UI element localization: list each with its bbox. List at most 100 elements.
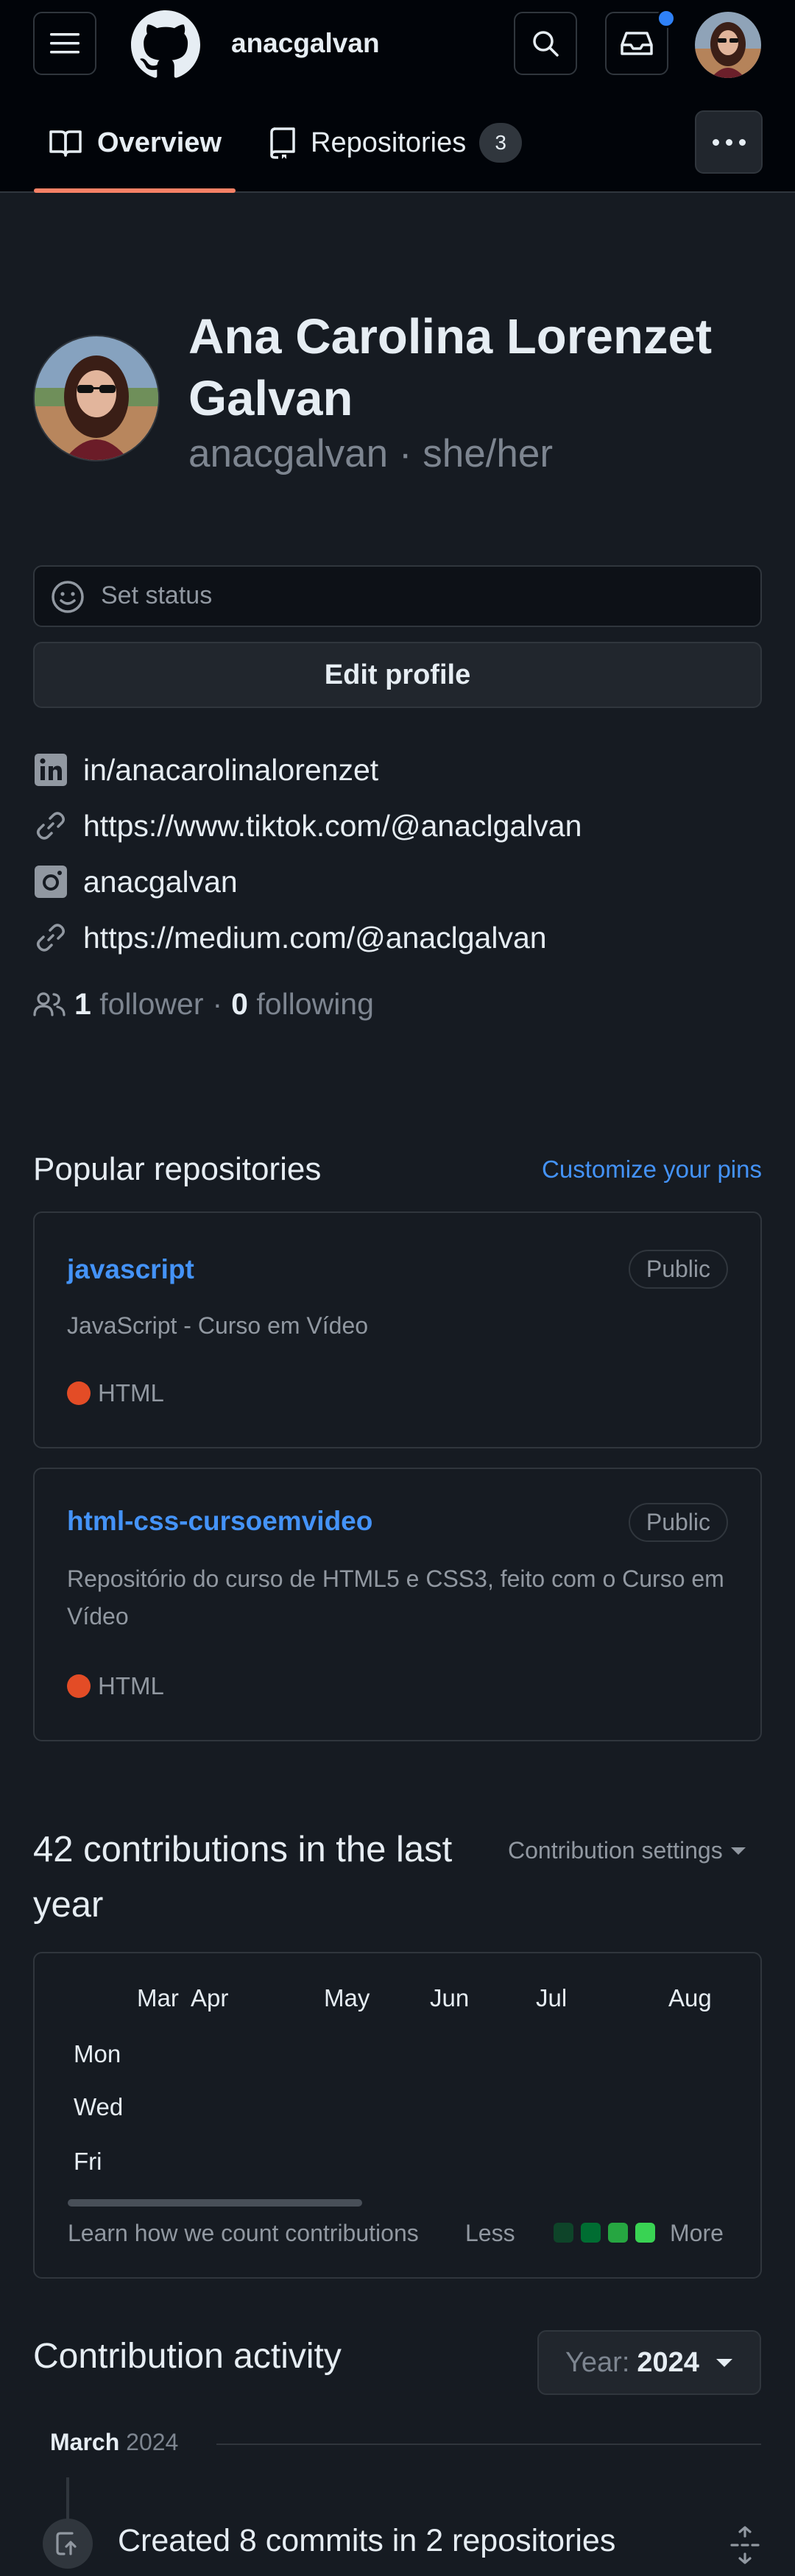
customize-pins-link[interactable]: Customize your pins <box>542 1156 762 1183</box>
year-select-value: 2024 <box>637 2346 699 2378</box>
contributions-title-line-1: 42 contributions in the last <box>33 1830 453 1869</box>
month-label: Aug <box>668 1984 712 2011</box>
kebab-dot <box>712 138 719 146</box>
search-icon <box>531 29 560 58</box>
legend-square <box>608 2223 628 2243</box>
repo-name-link[interactable]: html-css-cursoemvideo <box>67 1506 372 1537</box>
followers-row: 1 follower · 0 following <box>33 986 374 1022</box>
day-label: Mon <box>74 2040 121 2067</box>
visibility-badge: Public <box>628 1503 728 1542</box>
link-medium[interactable]: https://medium.com/@anaclgalvan <box>33 920 547 955</box>
more-tabs-button[interactable] <box>695 110 763 174</box>
learn-contributions-link[interactable]: Learn how we count contributions <box>68 2220 419 2247</box>
link-icon <box>33 808 68 843</box>
link-instagram-text: anacgalvan <box>83 864 238 899</box>
legend-square <box>635 2223 655 2243</box>
following-label: following <box>256 986 374 1021</box>
caret-down-icon <box>730 1846 746 1856</box>
activity-period-month: March <box>50 2429 120 2455</box>
link-linkedin[interactable]: in/anacarolinalorenzet <box>33 752 378 788</box>
profile-pronouns: she/her <box>423 432 554 475</box>
legend-square <box>581 2223 601 2243</box>
full-name-line-1: Ana Carolina Lorenzet <box>188 309 713 364</box>
profile-full-name: Ana Carolina Lorenzet Galvan <box>188 306 712 430</box>
contribution-legend <box>554 2223 662 2243</box>
graph-scrollbar[interactable] <box>68 2199 362 2207</box>
following-link[interactable]: 0 following <box>231 987 374 1022</box>
tab-repositories-label: Repositories <box>311 127 467 158</box>
period-divider <box>216 2444 761 2445</box>
profile-avatar[interactable] <box>33 335 160 461</box>
day-label: Wed <box>74 2093 124 2120</box>
language-label: HTML <box>98 1379 164 1406</box>
month-label: Mar <box>137 1984 179 2011</box>
year-select-prefix: Year: <box>565 2346 630 2378</box>
contribution-settings-button[interactable]: Contribution settings <box>508 1837 746 1864</box>
visibility-badge: Public <box>628 1250 728 1289</box>
kebab-dot <box>725 138 732 146</box>
day-label: Fri <box>74 2148 102 2175</box>
notification-indicator <box>657 9 676 28</box>
linkedin-icon <box>33 752 68 788</box>
language-color-dot <box>67 1381 91 1405</box>
month-label: Jul <box>536 1984 568 2011</box>
followers-label: follower <box>99 986 204 1021</box>
inbox-icon <box>621 29 653 58</box>
repo-description: JavaScript - Curso em Vídeo <box>67 1312 369 1339</box>
profile-login: anacgalvan <box>188 432 389 475</box>
search-button[interactable] <box>514 12 577 75</box>
caret-down-icon <box>716 2357 733 2368</box>
kebab-dot <box>738 138 746 146</box>
set-status-label: Set status <box>101 581 213 609</box>
language-color-dot <box>67 1674 91 1698</box>
user-avatar[interactable] <box>695 12 761 78</box>
following-count: 0 <box>231 986 248 1021</box>
repo-push-icon <box>43 2519 93 2569</box>
contributions-title: 42 contributions in the last year <box>33 1822 452 1933</box>
tab-overview[interactable]: Overview <box>49 121 222 165</box>
profile-login-pronouns: anacgalvan · she/her <box>188 431 553 476</box>
full-name-line-2: Galvan <box>188 371 353 426</box>
repo-language: HTML <box>67 1672 164 1700</box>
language-label: HTML <box>98 1672 164 1699</box>
month-label: Jun <box>430 1984 470 2011</box>
edit-profile-button[interactable]: Edit profile <box>33 642 762 708</box>
pinned-repo-card: javascript Public JavaScript - Curso em … <box>33 1211 762 1448</box>
link-instagram[interactable]: anacgalvan <box>33 864 238 899</box>
legend-less-label: Less <box>465 2220 515 2246</box>
repo-name-link[interactable]: javascript <box>67 1254 194 1285</box>
link-icon <box>33 920 68 955</box>
set-status-button[interactable]: Set status <box>33 565 762 627</box>
contributions-title-line-2: year <box>33 1885 104 1925</box>
pinned-repo-card: html-css-cursoemvideo Public Repositório… <box>33 1468 762 1741</box>
menu-button[interactable] <box>33 12 96 75</box>
link-tiktok-text: https://www.tiktok.com/@anaclgalvan <box>83 808 582 843</box>
legend-more-label: More <box>670 2220 724 2246</box>
login-separator: · <box>398 432 412 475</box>
repo-description: Repositório do curso de HTML5 e CSS3, fe… <box>67 1565 724 1630</box>
header-username[interactable]: anacgalvan <box>231 28 380 59</box>
popular-repositories-title: Popular repositories <box>33 1151 322 1187</box>
repositories-count: 3 <box>479 123 523 163</box>
book-icon <box>49 128 82 158</box>
month-label: May <box>324 1984 370 2011</box>
top-header: anacgalvan <box>0 0 795 88</box>
instagram-icon <box>33 864 68 899</box>
activity-period-year: 2024 <box>126 2429 179 2455</box>
activity-event-summary: Created 8 commits in 2 repositories <box>118 2523 616 2558</box>
followers-link[interactable]: 1 follower <box>74 987 204 1022</box>
contribution-settings-label: Contribution settings <box>508 1837 723 1864</box>
year-select-button[interactable]: Year: 2024 <box>537 2330 761 2395</box>
github-logo[interactable] <box>131 10 200 79</box>
unfold-icon[interactable] <box>729 2526 761 2564</box>
activity-period-heading: March 2024 <box>50 2429 178 2456</box>
timeline-line <box>66 2477 69 2524</box>
hamburger-menu-icon <box>50 32 80 55</box>
repo-language: HTML <box>67 1379 164 1407</box>
edit-profile-label: Edit profile <box>324 659 471 690</box>
link-linkedin-text: in/anacarolinalorenzet <box>83 752 379 787</box>
month-label: Apr <box>191 1984 229 2011</box>
link-tiktok[interactable]: https://www.tiktok.com/@anaclgalvan <box>33 808 582 843</box>
smiley-icon <box>51 580 85 614</box>
tab-repositories[interactable]: Repositories 3 <box>269 121 523 165</box>
